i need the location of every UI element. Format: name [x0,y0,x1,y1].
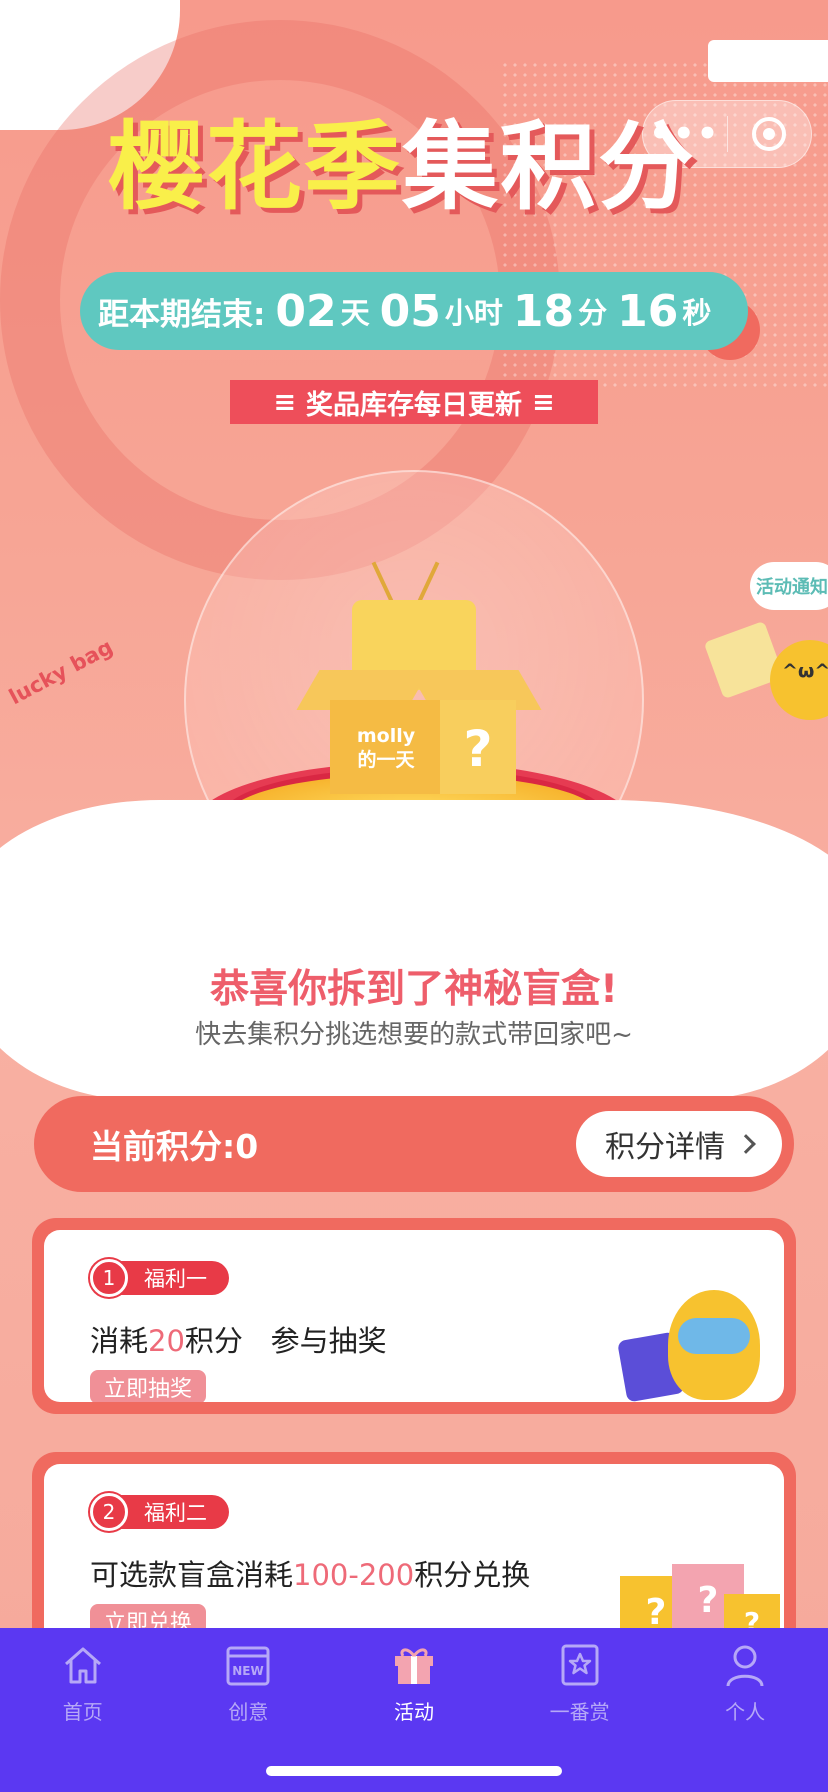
activity-notice-button[interactable]: 活动通知 [750,562,828,610]
tab-ichiban[interactable]: 一番赏 [497,1628,663,1738]
chevron-right-icon [736,1134,756,1154]
tab-home[interactable]: 首页 [0,1628,166,1738]
countdown-hours-unit: 小时 [444,296,503,330]
welfare-number: 1 [90,1259,128,1297]
title-collect-points: 集积分 [402,111,696,223]
stock-update-text: 奖品库存每日更新 [306,389,522,421]
countdown-seconds: 16 [617,285,679,337]
svg-text:NEW: NEW [233,1664,264,1678]
mascot-face: ^ω^ [782,660,828,682]
stock-update-banner: ≡ 奖品库存每日更新 ≡ [230,380,598,424]
countdown-minutes: 18 [512,285,575,337]
gift-icon [394,1648,433,1684]
lucky-bag-text: lucky bag [5,634,117,710]
tab-label: 一番赏 [549,1700,610,1724]
countdown-minutes-unit: 分 [578,296,608,330]
menu-lines-icon: ≡ [532,386,555,418]
countdown-timer: 距本期结束: 02 天 05 小时 18 分 16 秒 [80,272,748,350]
tab-label: 个人 [725,1700,766,1724]
congrats-subtitle: 快去集积分挑选想要的款式带回家吧~ [195,1020,633,1050]
welfare-desc-points: 100-200 [293,1558,415,1592]
points-bar: 当前积分:0 积分详情 [34,1096,794,1192]
current-points: 当前积分:0 [90,1127,259,1166]
person-icon [726,1645,764,1687]
target-icon [752,117,787,151]
welfare-card-body: 1 福利一 消耗20积分 参与抽奖 立即抽奖 [44,1230,784,1402]
congrats-title: 恭喜你拆到了神秘盲盒! [210,967,618,1012]
tab-label: 首页 [62,1700,103,1724]
tab-label: 创意 [228,1700,269,1724]
tab-activity[interactable]: 活动 [331,1628,497,1738]
tab-profile[interactable]: 个人 [662,1628,828,1738]
bottom-tab-bar: 首页 NEW 创意 活动 一番赏 个人 [0,1628,828,1792]
countdown-hours: 05 [379,285,441,337]
welfare-description: 消耗20积分 参与抽奖 [90,1318,387,1360]
draw-now-button[interactable]: 立即抽奖 [90,1370,207,1402]
welfare-tag: 2 福利二 [90,1493,229,1531]
countdown-days-unit: 天 [340,296,370,330]
points-detail-button[interactable]: 积分详情 [576,1111,782,1177]
home-indicator[interactable] [266,1766,562,1776]
bookmark-star-icon [561,1644,599,1686]
welfare-desc-text: 可选款盲盒消耗 [90,1558,294,1592]
points-detail-label: 积分详情 [605,1130,725,1165]
welfare-tag-label: 福利一 [114,1261,229,1295]
welfare-desc-text: 积分兑换 [414,1558,531,1592]
countdown-days: 02 [275,285,337,337]
status-bar-battery [708,40,828,82]
welfare-tag: 1 福利一 [90,1259,229,1297]
activity-page: ••• 樱花季集积分 距本期结束: 02 天 05 小时 18 分 16 秒 ≡… [0,0,828,1792]
welfare-desc-points: 20 [148,1324,185,1358]
welfare-desc-text: 积分 参与抽奖 [184,1324,387,1358]
welfare-number: 2 [90,1493,128,1531]
tab-creative[interactable]: NEW 创意 [166,1628,332,1738]
menu-lines-icon: ≡ [273,386,296,418]
welfare-description: 可选款盲盒消耗100-200积分兑换 [90,1552,530,1594]
blind-box-label: molly 的一天 [356,725,416,771]
countdown-label: 距本期结束: [98,296,266,333]
page-title: 樱花季集积分 [108,112,696,222]
new-icon: NEW [226,1646,270,1686]
home-icon [64,1647,101,1684]
welfare-desc-text: 消耗 [90,1324,149,1358]
countdown-seconds-unit: 秒 [682,296,712,330]
tab-label: 活动 [393,1700,434,1724]
mascot-goggles-icon [678,1318,750,1354]
welfare-card-1: 1 福利一 消耗20积分 参与抽奖 立即抽奖 [32,1218,796,1414]
close-program-button[interactable] [728,117,812,151]
question-mark-icon: ? [463,720,493,778]
title-sakura-season: 樱花季 [108,111,402,223]
welfare-tag-label: 福利二 [114,1495,229,1529]
